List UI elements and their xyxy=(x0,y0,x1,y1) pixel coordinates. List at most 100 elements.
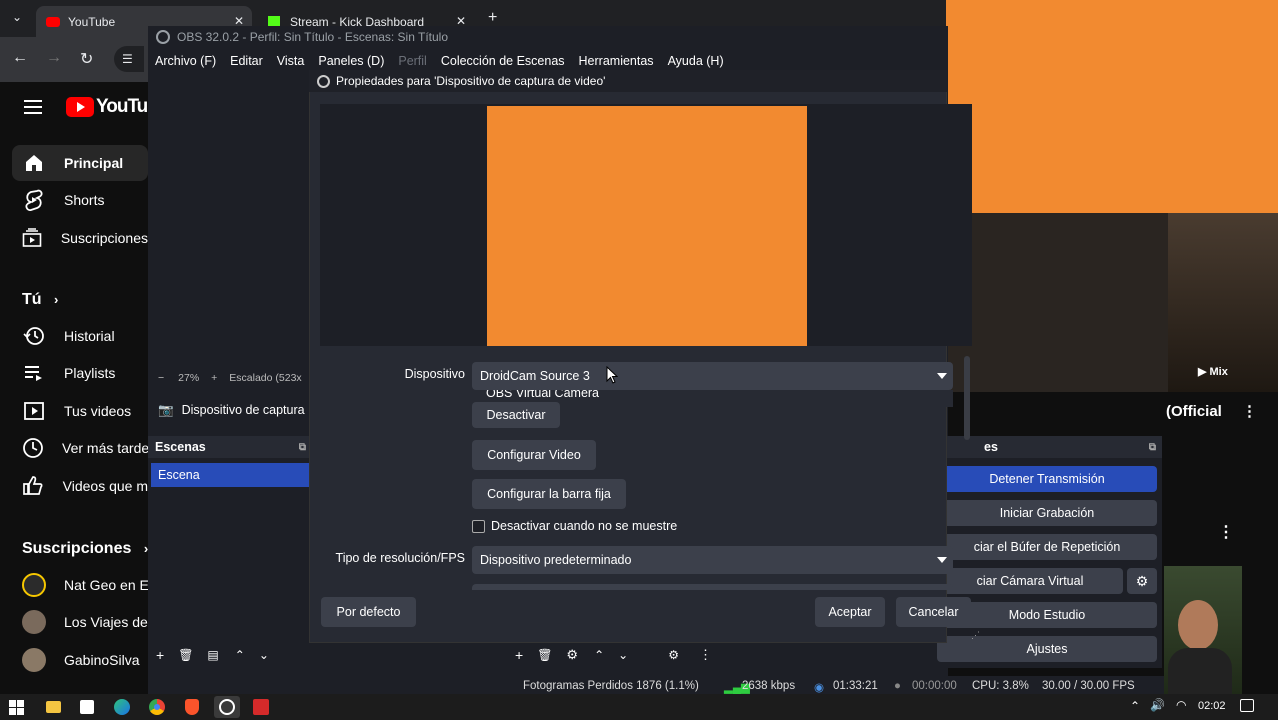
video-icon xyxy=(22,399,46,423)
store-icon[interactable] xyxy=(80,700,94,714)
video-title[interactable]: (Official ⋮ xyxy=(1166,402,1257,420)
move-up-icon[interactable]: ⌃ xyxy=(235,648,245,662)
cancel-button[interactable]: Cancelar xyxy=(896,597,971,627)
stop-streaming-button[interactable]: Detener Transmisión xyxy=(937,466,1157,492)
checkbox-label: Desactivar cuando no se muestre xyxy=(491,519,678,533)
resolution-value: Dispositivo predeterminado xyxy=(480,553,632,567)
configure-video-button[interactable]: Configurar Video xyxy=(472,440,596,470)
you-section-header[interactable]: Tú › xyxy=(22,291,58,309)
add-icon[interactable]: + xyxy=(156,647,164,663)
video-thumbnail-area[interactable]: ▶︎ Mix xyxy=(948,212,1278,392)
wifi-icon[interactable]: ◠ xyxy=(1176,698,1186,712)
filter-icon[interactable]: ▤ xyxy=(207,648,218,662)
settings-button[interactable]: Ajustes xyxy=(937,636,1157,662)
nav-label: Principal xyxy=(64,155,124,171)
gear-icon[interactable]: ⚙ xyxy=(566,647,578,663)
menu-archivo[interactable]: Archivo (F) xyxy=(155,54,216,68)
forward-icon[interactable]: → xyxy=(46,49,62,67)
undock-icon[interactable]: ⧉ xyxy=(1149,442,1156,453)
channel-item[interactable]: Nat Geo en Es xyxy=(12,567,148,603)
site-settings-icon[interactable]: ☰ xyxy=(114,46,144,72)
replay-buffer-button[interactable]: ciar el Búfer de Repetición xyxy=(937,534,1157,560)
home-icon xyxy=(22,151,46,175)
defaults-button[interactable]: Por defecto xyxy=(321,597,416,627)
scale-label: Escalado (523x xyxy=(229,372,302,384)
notifications-icon[interactable] xyxy=(1240,699,1254,712)
virtual-camera-button[interactable]: ciar Cámara Virtual xyxy=(937,568,1123,594)
camera-icon: 📷 xyxy=(158,402,174,417)
channel-label: Nat Geo en Es xyxy=(64,577,148,593)
chrome-icon[interactable] xyxy=(149,699,165,715)
checkbox-box[interactable] xyxy=(472,519,485,533)
taskbar-clock[interactable]: 02:02 xyxy=(1198,700,1226,712)
move-down-icon[interactable]: ⌄ xyxy=(259,648,269,662)
nav-tus-videos[interactable]: Tus videos xyxy=(12,393,148,429)
back-icon[interactable]: ← xyxy=(12,49,28,67)
record-status-icon: ● xyxy=(894,680,901,692)
nav-playlists[interactable]: Playlists xyxy=(12,355,148,391)
zoom-in-icon[interactable]: + xyxy=(211,372,217,384)
tray-chevron-icon[interactable]: ⌃ xyxy=(1130,699,1140,713)
tab-list-chevron-icon[interactable]: ⌄ xyxy=(12,10,22,24)
nav-principal[interactable]: Principal xyxy=(12,145,148,181)
resize-grip-icon[interactable]: ⋰ xyxy=(971,630,980,641)
browser-toolbar: ← → ↻ ☰ xyxy=(0,37,150,82)
menu-vista[interactable]: Vista xyxy=(277,54,305,68)
nav-suscripciones[interactable]: Suscripciones xyxy=(12,220,148,256)
scenes-header-label: Escenas xyxy=(155,440,206,454)
start-recording-button[interactable]: Iniciar Grabación xyxy=(937,500,1157,526)
nav-label: Suscripciones xyxy=(60,230,148,246)
resolution-select[interactable]: Dispositivo predeterminado xyxy=(472,546,953,574)
obs-taskbar-icon[interactable] xyxy=(214,696,240,718)
next-field-edge xyxy=(472,584,953,590)
add-icon[interactable]: + xyxy=(515,647,523,663)
properties-scrollbar[interactable] xyxy=(964,356,970,440)
menu-icon[interactable] xyxy=(24,100,42,114)
windows-start-icon[interactable] xyxy=(9,700,24,715)
menu-paneles[interactable]: Paneles (D) xyxy=(318,54,384,68)
more-options-icon[interactable]: ⋮ xyxy=(699,647,712,663)
device-select[interactable]: DroidCam Source 3 xyxy=(472,362,953,390)
nav-videos-que-me-gustan[interactable]: Videos que m xyxy=(12,468,148,504)
nav-historial[interactable]: Historial xyxy=(12,318,148,354)
channel-label: Los Viajes de xyxy=(64,614,148,630)
more-options-icon[interactable]: ⋮ xyxy=(1218,522,1234,542)
menu-ayuda[interactable]: Ayuda (H) xyxy=(668,54,724,68)
menu-coleccion[interactable]: Colección de Escenas xyxy=(441,54,565,68)
trash-icon[interactable]: 🗑 xyxy=(537,648,552,662)
file-explorer-icon[interactable] xyxy=(46,701,61,713)
channel-item[interactable]: GabinoSilva xyxy=(12,642,148,678)
channel-item[interactable]: Los Viajes de xyxy=(12,604,148,640)
zoom-out-icon[interactable]: − xyxy=(158,372,164,384)
move-up-icon[interactable]: ⌃ xyxy=(594,648,604,662)
reload-icon[interactable]: ↻ xyxy=(80,49,93,69)
option-label: OBS Virtual Camera xyxy=(486,390,600,400)
mixer-settings-icon[interactable]: ⚙ xyxy=(668,648,679,662)
virtual-camera-settings-button[interactable]: ⚙ xyxy=(1127,568,1157,594)
subscriptions-section-header[interactable]: Suscripciones › xyxy=(22,540,148,558)
app-icon[interactable] xyxy=(253,699,269,715)
new-tab-button[interactable]: + xyxy=(488,9,497,27)
nav-ver-mas-tarde[interactable]: Ver más tarde xyxy=(12,430,148,466)
volume-icon[interactable]: 🔊 xyxy=(1150,698,1165,712)
undock-icon[interactable]: ⧉ xyxy=(299,442,306,453)
windows-taskbar: ⌃ 🔊 ◠ 02:02 xyxy=(0,694,1278,720)
obs-title-text: OBS 32.0.2 - Perfil: Sin Título - Escena… xyxy=(177,30,449,44)
accept-button[interactable]: Aceptar xyxy=(815,597,885,627)
edge-icon[interactable] xyxy=(114,699,130,715)
menu-perfil[interactable]: Perfil xyxy=(398,54,426,68)
zoom-level: 27% xyxy=(178,372,200,384)
deactivate-button[interactable]: Desactivar xyxy=(472,402,560,428)
trash-icon[interactable]: 🗑 xyxy=(178,648,193,662)
move-down-icon[interactable]: ⌄ xyxy=(618,648,628,662)
nav-shorts[interactable]: Shorts xyxy=(12,182,148,218)
more-options-icon[interactable]: ⋮ xyxy=(1242,403,1257,420)
menu-editar[interactable]: Editar xyxy=(230,54,263,68)
menu-herramientas[interactable]: Herramientas xyxy=(579,54,654,68)
scene-item[interactable]: Escena xyxy=(151,463,309,487)
brave-icon[interactable] xyxy=(185,699,199,715)
deactivate-when-hidden-checkbox[interactable]: Desactivar cuando no se muestre xyxy=(472,519,677,533)
thumbs-up-icon xyxy=(22,474,45,498)
configure-crossbar-button[interactable]: Configurar la barra fija xyxy=(472,479,626,509)
video-title-text: (Official xyxy=(1166,403,1222,420)
